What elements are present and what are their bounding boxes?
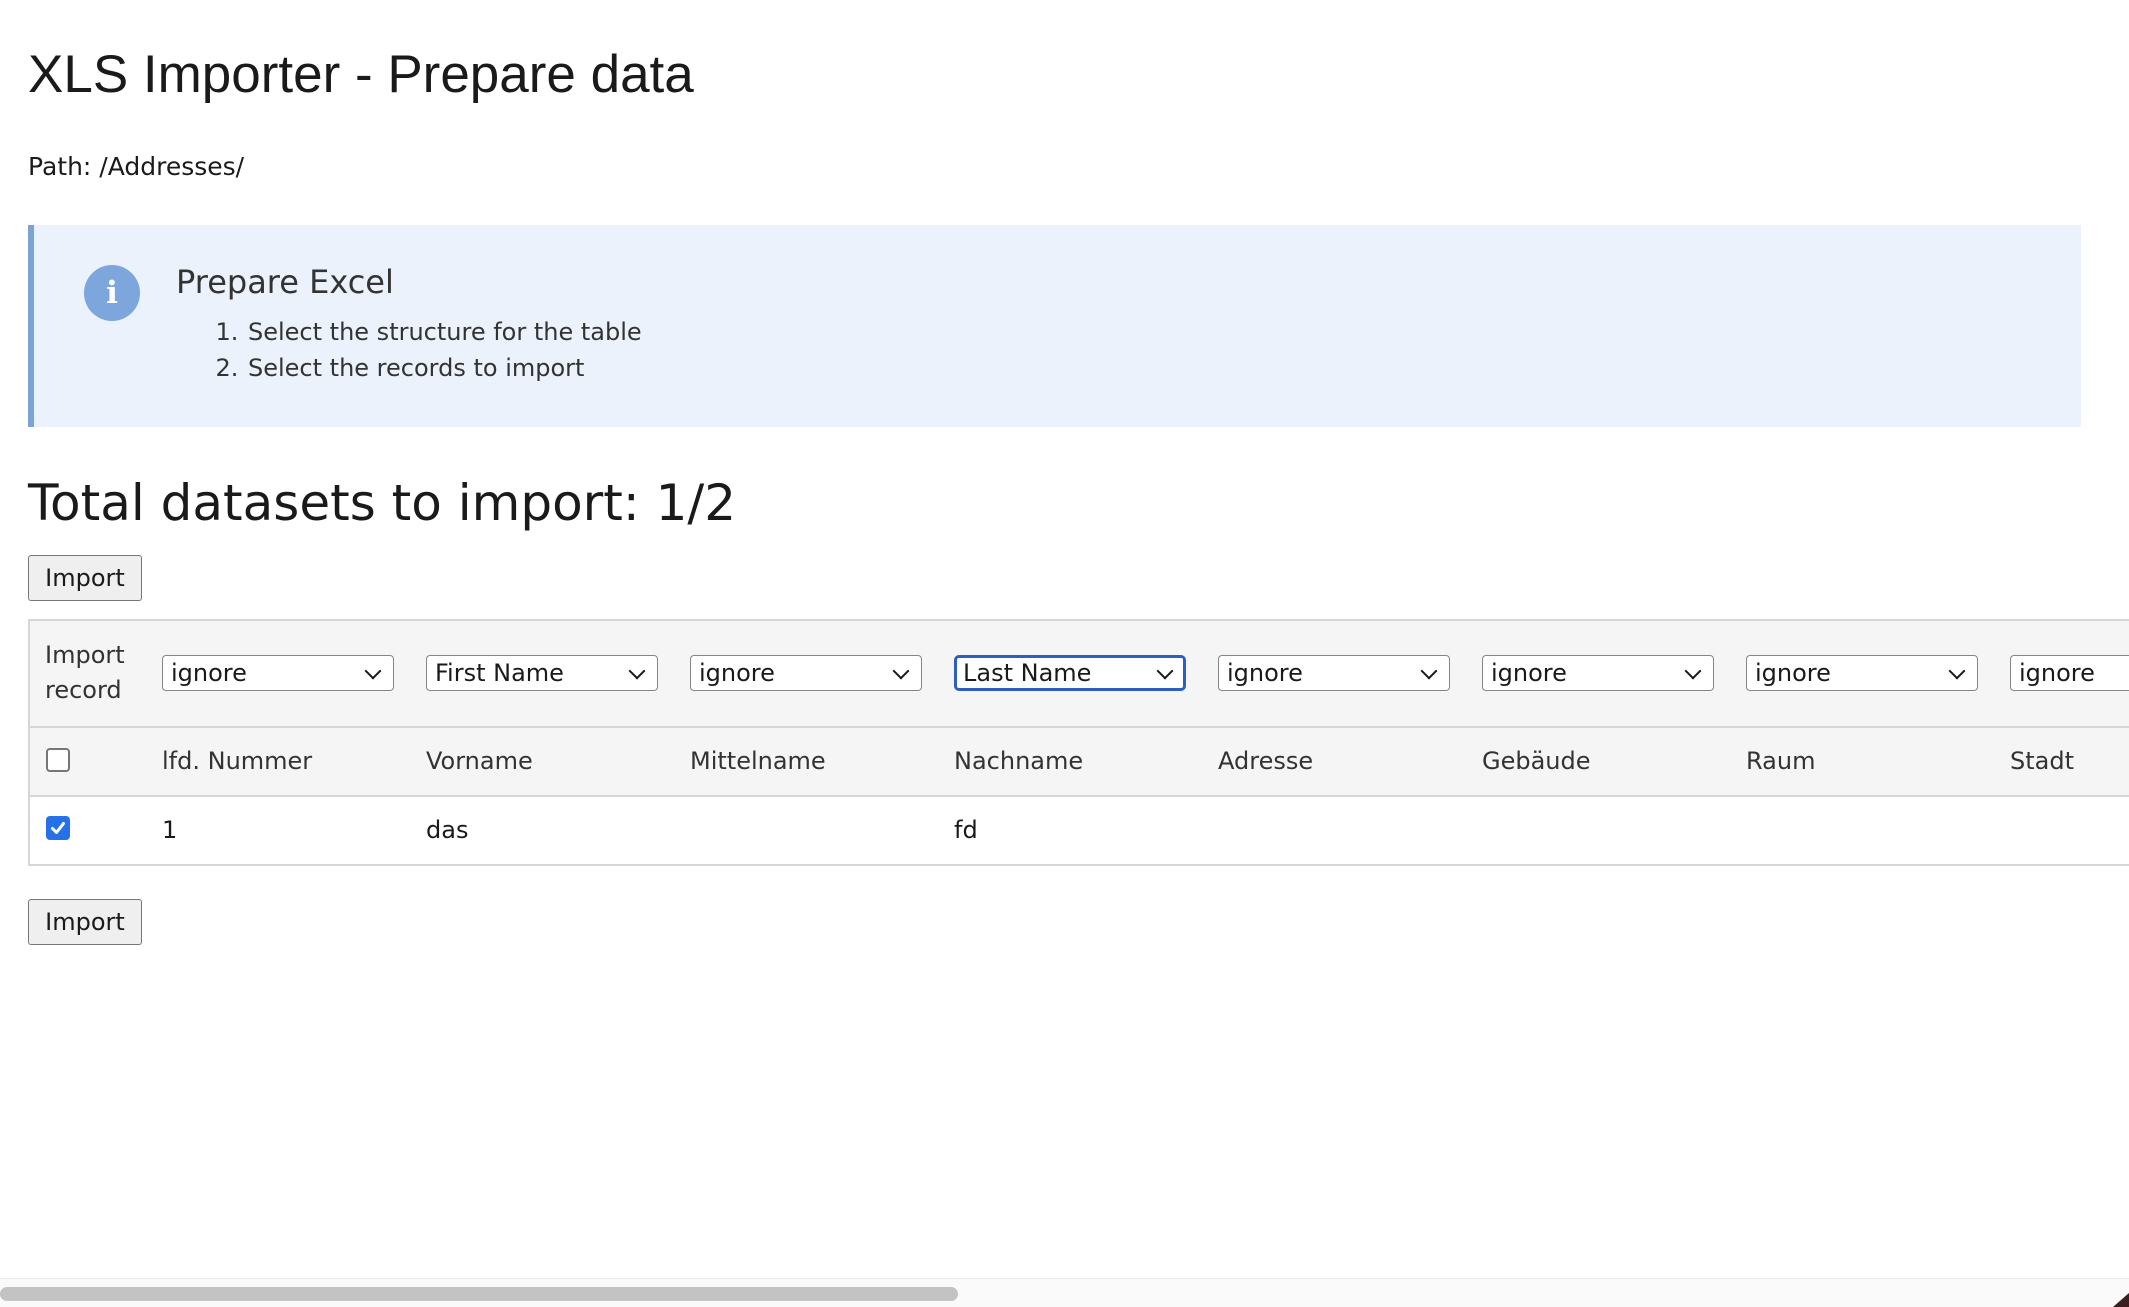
chevron-down-icon <box>628 662 646 680</box>
import-record-label: Import record <box>45 638 125 708</box>
table-cell: 1 <box>162 816 178 844</box>
window-corner <box>2113 1293 2129 1307</box>
checkmark-icon <box>51 822 65 834</box>
path-label: Path: <box>28 152 92 181</box>
column-mapping-select-7[interactable]: ignore <box>1746 655 1978 691</box>
column-mapping-select-6[interactable]: ignore <box>1482 655 1714 691</box>
column-header: Mittelname <box>690 747 826 775</box>
select-value: ignore <box>1227 659 1303 687</box>
horizontal-scrollbar-thumb[interactable] <box>0 1287 958 1301</box>
select-value: ignore <box>1491 659 1567 687</box>
import-record-label-line1: Import <box>45 641 125 669</box>
column-header: Adresse <box>1218 747 1314 775</box>
column-header: Gebäude <box>1482 747 1591 775</box>
select-value: First Name <box>435 659 564 687</box>
column-mapping-row: Import record ignore First Name ignore L… <box>30 621 2129 728</box>
select-value: ignore <box>699 659 775 687</box>
chevron-down-icon <box>892 662 910 680</box>
chevron-down-icon <box>364 662 382 680</box>
table-cell: fd <box>954 816 978 844</box>
column-mapping-select-1[interactable]: ignore <box>162 655 394 691</box>
xls-importer-page: XLS Importer - Prepare data Path: /Addre… <box>0 0 2129 1307</box>
column-mapping-select-2[interactable]: First Name <box>426 655 658 691</box>
info-step: Select the structure for the table <box>246 314 642 350</box>
select-value: Last Name <box>963 659 1092 687</box>
column-header: Vorname <box>426 747 533 775</box>
column-header: Nachname <box>954 747 1084 775</box>
column-header: Stadt <box>2010 747 2074 775</box>
column-mapping-select-4[interactable]: Last Name <box>954 655 1186 691</box>
table-row: 1 das fd <box>30 797 2129 864</box>
row-select-checkbox[interactable] <box>46 816 70 840</box>
table-cell: das <box>426 816 469 844</box>
import-button-top[interactable]: Import <box>28 555 142 601</box>
import-table: Import record ignore First Name ignore L… <box>28 619 2129 866</box>
column-header: lfd. Nummer <box>162 747 313 775</box>
column-mapping-select-3[interactable]: ignore <box>690 655 922 691</box>
info-title: Prepare Excel <box>176 263 394 301</box>
info-steps-list: Select the structure for the table Selec… <box>176 314 642 386</box>
page-title: XLS Importer - Prepare data <box>28 45 694 104</box>
path-line: Path: /Addresses/ <box>28 150 244 184</box>
column-mapping-select-5[interactable]: ignore <box>1218 655 1450 691</box>
chevron-down-icon <box>1420 662 1438 680</box>
import-record-label-line2: record <box>45 676 122 704</box>
chevron-down-icon <box>1684 662 1702 680</box>
select-all-checkbox[interactable] <box>46 748 70 772</box>
info-step: Select the records to import <box>246 350 642 386</box>
select-value: ignore <box>1755 659 1831 687</box>
chevron-down-icon <box>1156 662 1174 680</box>
horizontal-scrollbar[interactable] <box>0 1278 2129 1307</box>
info-box: i Prepare Excel Select the structure for… <box>28 225 2081 427</box>
import-button-bottom[interactable]: Import <box>28 899 142 945</box>
column-mapping-select-8[interactable]: ignore <box>2010 655 2129 691</box>
select-value: ignore <box>171 659 247 687</box>
column-header: Raum <box>1746 747 1816 775</box>
table-header-row: lfd. Nummer Vorname Mittelname Nachname … <box>30 728 2129 797</box>
info-icon: i <box>84 265 140 321</box>
path-value: /Addresses/ <box>99 152 245 181</box>
total-datasets-heading: Total datasets to import: 1/2 <box>28 474 737 532</box>
select-value: ignore <box>2019 659 2095 687</box>
chevron-down-icon <box>1948 662 1966 680</box>
